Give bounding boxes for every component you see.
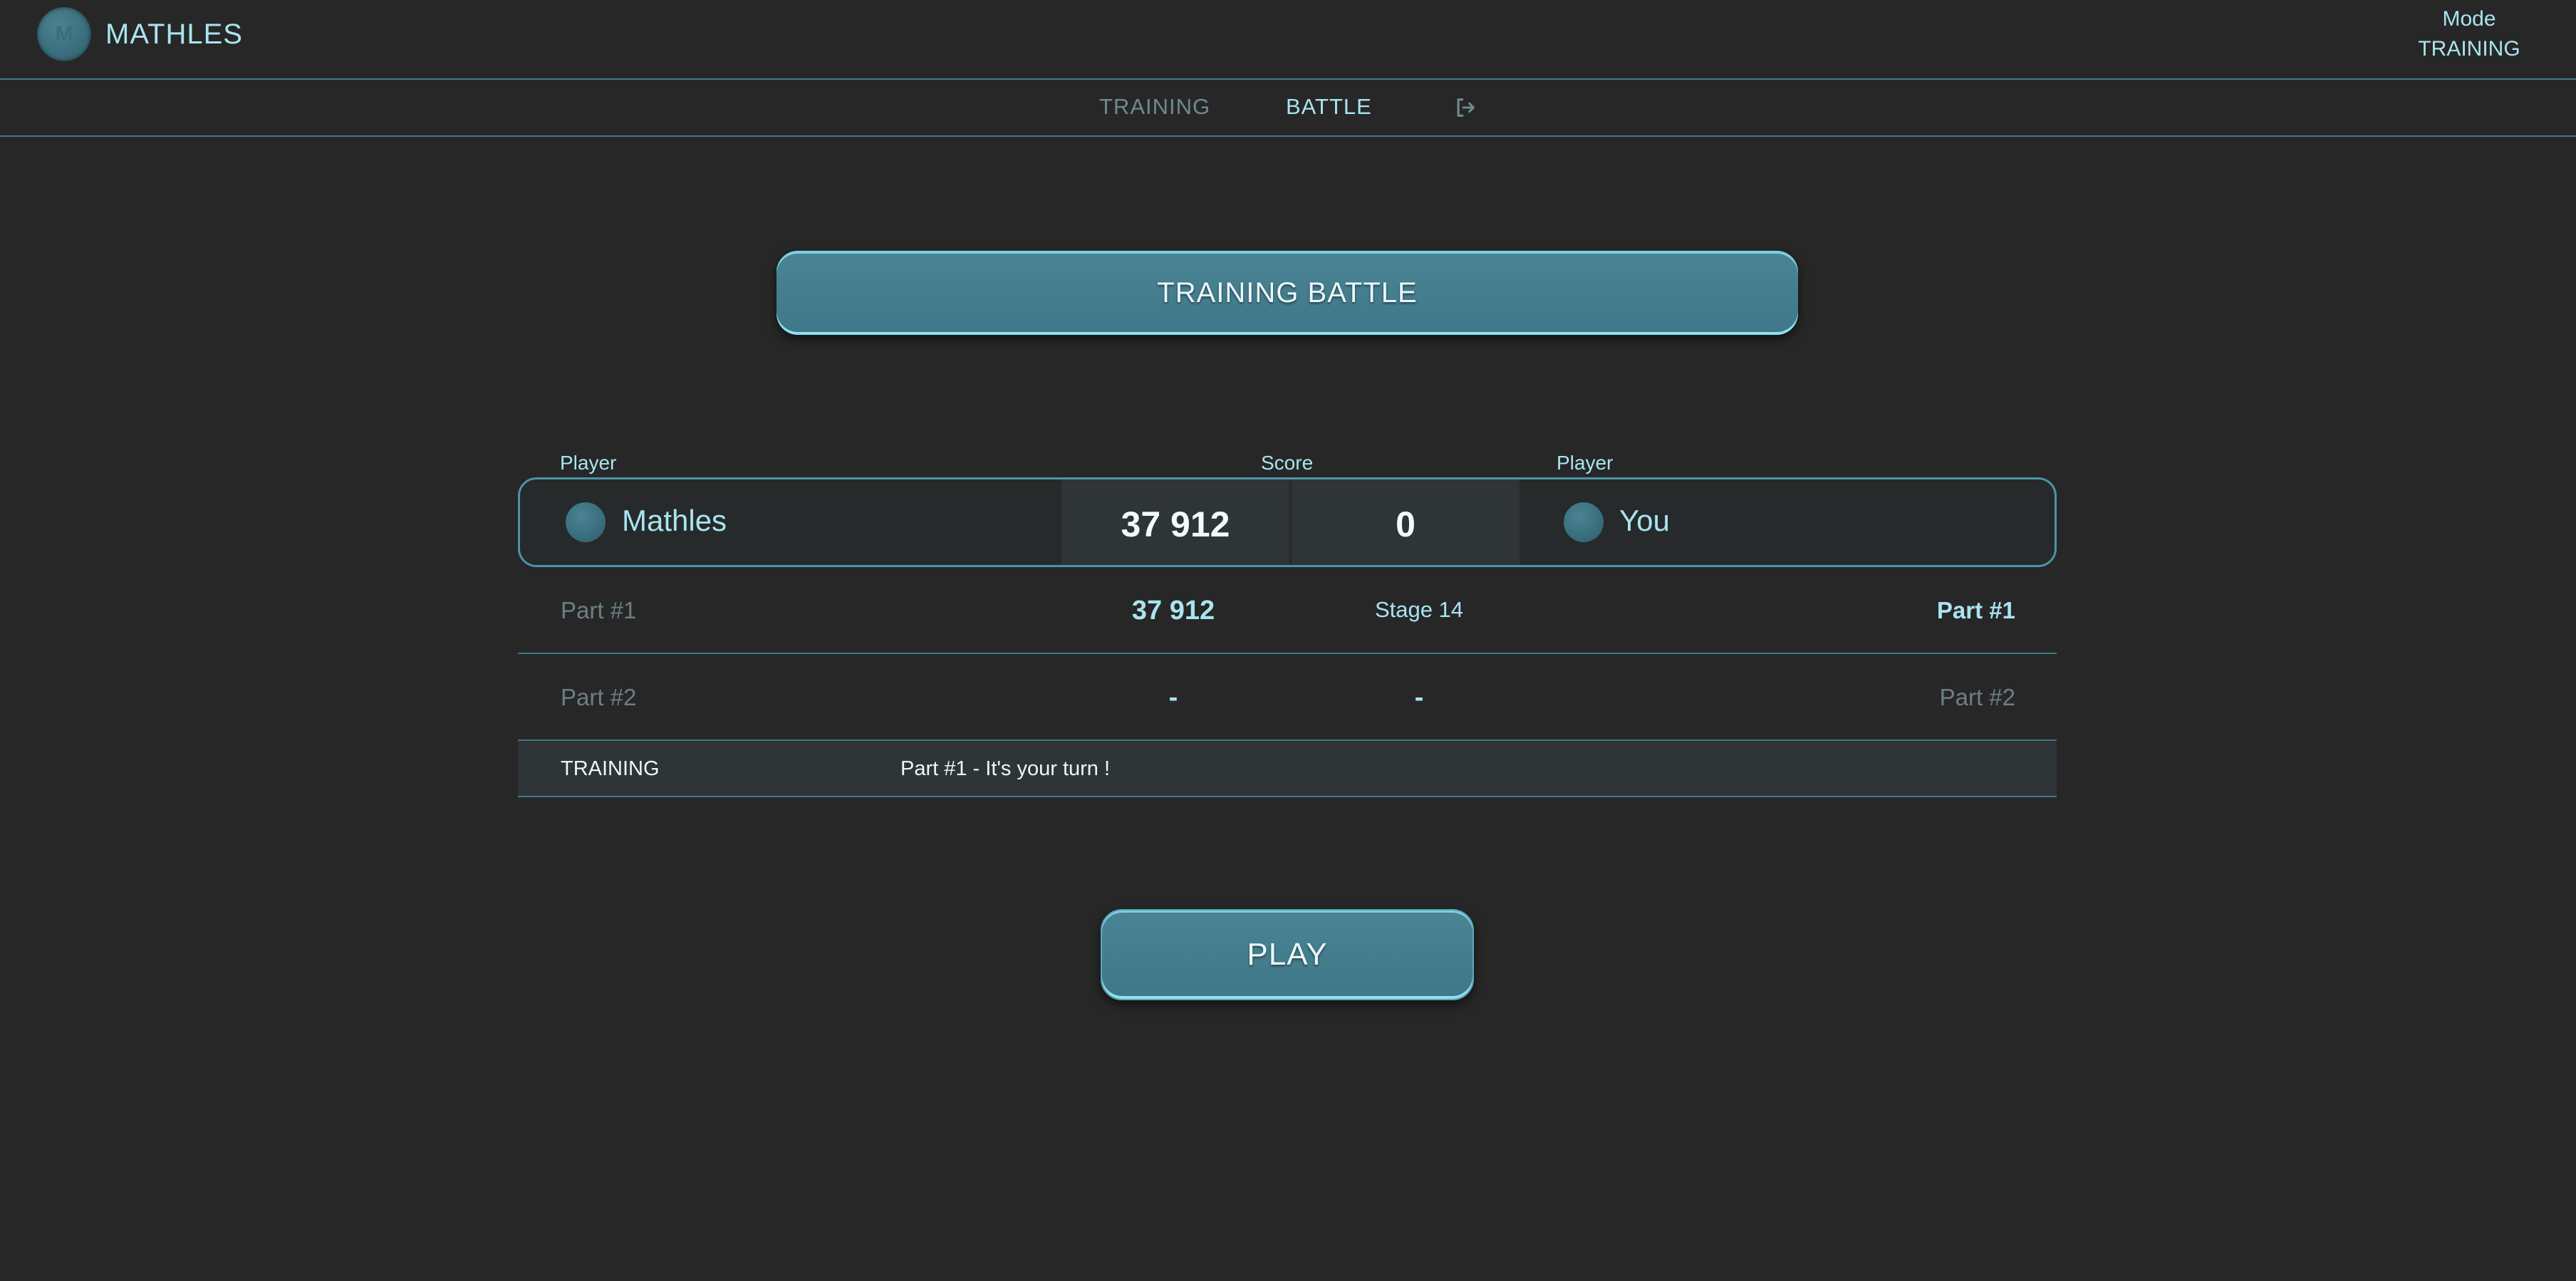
top-bar: M MATHLES Mode TRAINING — [0, 0, 2576, 80]
logo-icon[interactable]: M — [37, 7, 91, 61]
part-score: 37 912 — [1131, 596, 1215, 626]
mode-value: TRAINING — [2418, 37, 2520, 61]
right-player-score: 0 — [1292, 479, 1520, 565]
part-row: Part #1 37 912 Stage 14 Part #1 — [518, 567, 2057, 654]
app-title[interactable]: MATHLES — [105, 19, 243, 51]
sign-out-icon[interactable] — [1453, 95, 1477, 120]
play-button[interactable]: PLAY — [1101, 909, 1474, 1000]
part-score: - — [1168, 683, 1178, 712]
part-stage: Stage 14 — [1374, 597, 1464, 622]
player-right-header: Player — [1557, 452, 1614, 474]
part-right-label: Part #1 — [1936, 597, 2015, 623]
part-row: Part #2 - - Part #2 — [518, 654, 2057, 741]
part-left-label: Part #1 — [561, 597, 637, 623]
status-message: Part #1 - It's your turn ! — [900, 757, 1111, 780]
nav-bar: TRAINING BATTLE — [0, 81, 2576, 137]
mode-indicator: Mode TRAINING — [2398, 7, 2540, 61]
left-player-score: 37 912 — [1061, 479, 1289, 565]
tab-training[interactable]: TRAINING — [1099, 94, 1210, 120]
avatar — [1564, 502, 1604, 542]
training-battle-button[interactable]: TRAINING BATTLE — [777, 251, 1798, 335]
avatar — [566, 502, 606, 542]
status-mode: TRAINING — [561, 757, 660, 780]
score-panel: Mathles 37 912 0 You — [518, 477, 2057, 567]
right-player-name: You — [1619, 504, 1670, 537]
part-left-label: Part #2 — [561, 684, 637, 710]
part-stage: - — [1414, 683, 1424, 712]
part-right-label: Part #2 — [1939, 684, 2015, 710]
score-header: Score — [1261, 452, 1314, 474]
player-left-header: Player — [560, 452, 617, 474]
tab-battle[interactable]: BATTLE — [1286, 94, 1372, 120]
left-player-name: Mathles — [622, 504, 727, 537]
mode-label: Mode — [2442, 7, 2496, 31]
logo-letter: M — [55, 22, 73, 46]
status-bar: TRAINING Part #1 - It's your turn ! — [518, 742, 2057, 797]
